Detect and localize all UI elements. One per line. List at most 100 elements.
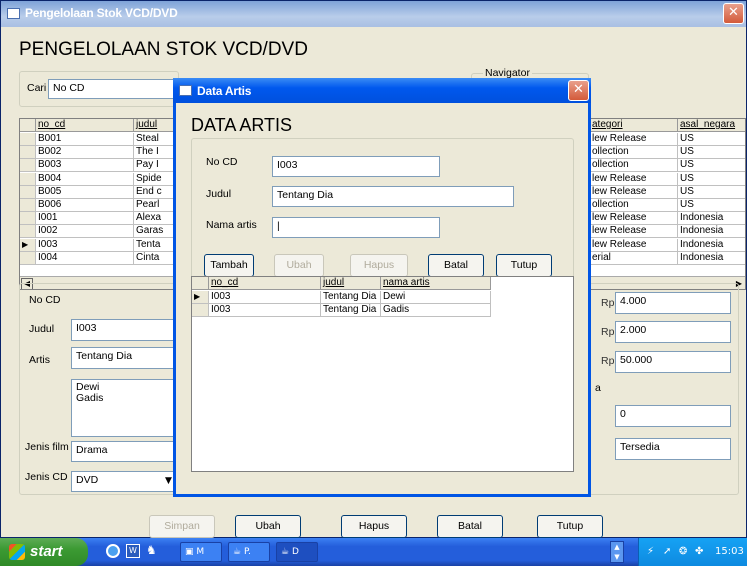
ubah-button[interactable]: Ubah [235,515,301,538]
row-selector[interactable]: ▶ [20,238,36,252]
row-selector[interactable]: ▶ [192,291,209,304]
table-cell[interactable]: Tentang Dia [321,291,381,304]
price-2-field[interactable]: 2.000 [615,321,731,343]
taskbar-scroll-icon[interactable]: ▲ ▼ [610,541,624,563]
main-close-button[interactable]: ✕ [723,3,744,24]
table-cell[interactable]: B003 [36,159,134,173]
dialog-grid-header-nama-artis[interactable]: nama artis [383,277,430,288]
table-cell[interactable]: lew Release [590,225,678,239]
table-cell[interactable]: US [678,133,745,146]
table-cell[interactable]: Indonesia [678,252,745,265]
jenis-cd-combo[interactable]: DVD [71,471,179,492]
row-selector[interactable] [20,185,36,199]
judul-field[interactable]: Tentang Dia [71,347,179,369]
table-cell[interactable]: US [678,173,745,186]
dialog-ubah-button[interactable]: Ubah [274,254,324,277]
row-selector[interactable] [20,159,36,173]
table-cell[interactable]: I004 [36,251,134,265]
table-cell[interactable]: I003 [36,238,134,252]
table-cell[interactable]: ollection [590,159,678,173]
tray-volume-icon[interactable]: ✤ [695,538,703,566]
tray-arrow-icon[interactable]: ➚ [663,538,671,566]
table-cell[interactable]: B004 [36,172,134,186]
table-cell[interactable]: US [678,146,745,160]
data-grid-left[interactable]: no_cd judul B001 Steal B002 The I B003 Pay IB… [19,118,179,290]
dialog-batal-button[interactable]: Batal [428,254,484,277]
row-selector[interactable] [20,225,36,239]
table-cell[interactable]: B006 [36,199,134,212]
no-cd-field[interactable]: I003 [71,319,179,341]
artis-textarea[interactable]: Dewi Gadis [71,379,179,437]
row-selector[interactable] [20,146,36,160]
row-selector[interactable] [20,199,36,212]
grid-header-asal-negara[interactable]: asal_negara [680,119,735,130]
row-selector[interactable] [20,172,36,186]
dialog-close-button[interactable]: ✕ [568,80,589,101]
app-icon[interactable]: ♞ [146,543,160,557]
table-cell[interactable]: B005 [36,185,134,199]
row-selector[interactable] [192,304,209,318]
clock[interactable]: 15:03 [715,538,744,566]
grid-header-no-cd[interactable]: no_cd [38,119,65,130]
grid-header-kategori[interactable]: ategori [592,119,623,130]
row-selector[interactable] [20,133,36,146]
table-cell[interactable]: Indonesia [678,239,745,252]
dialog-no-cd-field[interactable]: I003 [272,156,440,177]
price-1-field[interactable]: 4.000 [615,292,731,314]
table-cell[interactable]: B002 [36,146,134,160]
dialog-grid-header-no-cd[interactable]: no_cd [211,277,238,288]
taskbar-item-d[interactable]: ☕ D [276,542,318,562]
chevron-down-icon[interactable]: ▼ [165,476,172,486]
table-cell[interactable]: I003 [209,291,321,304]
table-cell[interactable]: ollection [590,146,678,160]
table-cell[interactable]: Indonesia [678,212,745,226]
table-cell[interactable]: US [678,186,745,199]
dialog-artis-grid[interactable]: no_cd judul nama artis ▶ I003 Tentang Dia D… [191,276,574,472]
simpan-button[interactable]: Simpan [149,515,215,538]
table-cell[interactable]: Tentang Dia [321,304,381,318]
row-selector[interactable] [20,251,36,265]
table-cell[interactable]: ollection [590,199,678,212]
price-3-field[interactable]: 50.000 [615,351,731,373]
table-cell[interactable]: lew Release [590,238,678,252]
ie-icon[interactable] [106,544,120,558]
start-button[interactable]: start [0,538,88,566]
dialog-tambah-button[interactable]: Tambah [204,254,254,277]
table-cell[interactable]: US [678,199,745,212]
table-cell[interactable]: I002 [36,225,134,239]
row-selector[interactable] [20,212,36,226]
table-cell[interactable]: Gadis [381,304,491,318]
taskbar-item-p[interactable]: ☕ P. [228,542,270,562]
word-icon[interactable]: W [126,544,140,558]
table-cell[interactable]: lew Release [590,133,678,146]
tray-network-icon[interactable]: ⚡ [647,538,654,566]
table-cell[interactable]: Indonesia [678,225,745,239]
dialog-hapus-button[interactable]: Hapus [350,254,408,277]
table-cell[interactable]: B001 [36,133,134,146]
table-cell[interactable]: erial [590,251,678,265]
dialog-judul-field[interactable]: Tentang Dia [272,186,514,207]
table-cell[interactable]: I003 [209,304,321,318]
table-cell[interactable]: lew Release [590,212,678,226]
tray-shield-icon[interactable]: ❂ [679,538,687,566]
tutup-button[interactable]: Tutup [537,515,603,538]
grid-header-judul[interactable]: judul [136,119,157,130]
dialog-tutup-button[interactable]: Tutup [496,254,552,277]
dialog-grid-header-judul[interactable]: judul [323,277,344,288]
main-titlebar[interactable]: Pengelolaan Stok VCD/DVD ✕ [1,1,746,27]
table-cell[interactable]: US [678,159,745,173]
hapus-button[interactable]: Hapus [341,515,407,538]
table-cell[interactable]: I001 [36,212,134,226]
taskbar-item-m[interactable]: ▣ M [180,542,222,562]
jenis-film-field[interactable]: Drama [71,441,179,462]
dialog-titlebar[interactable]: Data Artis ✕ [173,78,591,103]
data-grid-right[interactable]: ategori asal_negara lew Release US ollecti… [589,118,746,290]
dialog-nama-artis-input[interactable]: | [272,217,440,238]
table-cell[interactable]: Dewi [381,291,491,304]
search-combo[interactable]: No CD [48,79,176,99]
table-cell[interactable]: lew Release [590,172,678,186]
stok-field[interactable]: 0 [615,405,731,427]
batal-button[interactable]: Batal [437,515,503,538]
table-cell[interactable]: lew Release [590,185,678,199]
status-field[interactable]: Tersedia [615,438,731,460]
